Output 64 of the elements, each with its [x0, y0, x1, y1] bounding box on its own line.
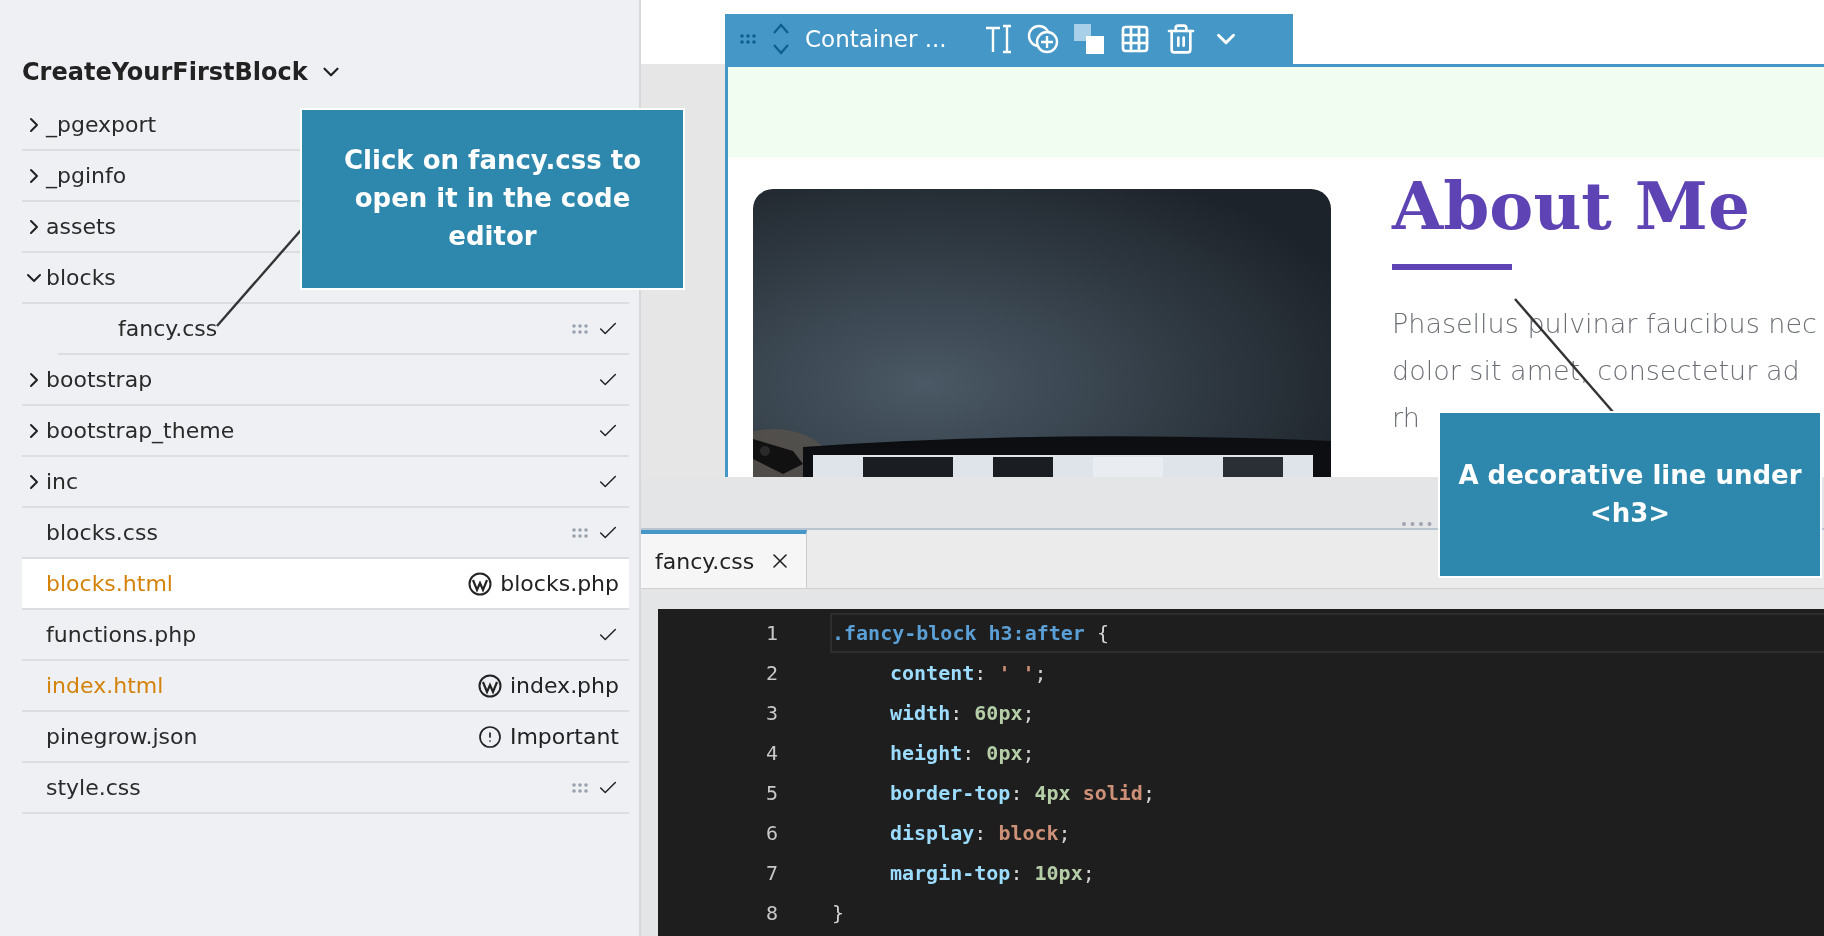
- file-name: index.html: [46, 673, 164, 698]
- code-line: height: 0px;: [889, 740, 1036, 767]
- hint-tooltip: Click on fancy.css to open it in the code editor: [300, 108, 685, 290]
- tab-label: fancy.css: [655, 548, 755, 574]
- up-down-chevron-icon[interactable]: [771, 22, 791, 56]
- paragraph-line: rh: [1392, 401, 1421, 436]
- file-name: bootstrap: [46, 367, 153, 392]
- project-name: CreateYourFirstBlock: [22, 58, 308, 86]
- drag-handle-icon[interactable]: [739, 33, 757, 45]
- template-name: index.php: [509, 673, 619, 698]
- file-tree-item[interactable]: functions.php: [22, 610, 629, 661]
- file-name: blocks: [46, 265, 116, 290]
- file-tree-item[interactable]: index.html index.php: [22, 661, 629, 712]
- file-name: fancy.css: [118, 316, 218, 341]
- line-number: 1: [764, 621, 779, 645]
- file-tree-item[interactable]: bootstrap_theme: [22, 406, 629, 457]
- file-tree-item[interactable]: fancy.css: [58, 304, 629, 355]
- hint-tooltip: A decorative line under <h3>: [1438, 411, 1822, 578]
- file-name: _pgexport: [46, 112, 157, 137]
- template-name: blocks.php: [500, 571, 619, 596]
- file-name: pinegrow.json: [46, 724, 198, 749]
- file-name: style.css: [46, 775, 141, 800]
- file-name: blocks.css: [46, 520, 158, 545]
- line-number: 3: [764, 701, 779, 725]
- file-name: _pginfo: [46, 163, 127, 188]
- line-number: 6: [764, 821, 779, 845]
- element-name: Container ...: [805, 26, 947, 52]
- resize-handle-icon[interactable]: [1400, 520, 1434, 528]
- text-cursor-icon[interactable]: [984, 24, 1013, 54]
- alert-icon: [477, 724, 502, 749]
- drag-handle-icon[interactable]: [571, 526, 589, 539]
- file-name: functions.php: [46, 622, 197, 647]
- file-tree-item[interactable]: pinegrow.json Important: [22, 712, 629, 763]
- code-line: border-top: 4px solid;: [889, 780, 1156, 807]
- file-name: assets: [46, 214, 117, 239]
- status-label: Important: [509, 724, 619, 749]
- file-name: inc: [46, 469, 79, 494]
- file-tree-item[interactable]: style.css: [22, 763, 629, 814]
- code-line: margin-top: 10px;: [889, 860, 1096, 887]
- file-tree-item[interactable]: inc: [22, 457, 629, 508]
- code-line: }: [831, 900, 846, 927]
- line-number: 4: [764, 741, 779, 765]
- code-line: display: block;: [889, 820, 1072, 847]
- drag-handle-icon[interactable]: [571, 781, 589, 794]
- code-line: width: 60px;: [889, 700, 1036, 727]
- file-name: blocks.html: [46, 571, 173, 596]
- wordpress-icon: [468, 571, 493, 596]
- project-selector[interactable]: CreateYourFirstBlock: [22, 44, 639, 100]
- add-circle-icon[interactable]: [1026, 24, 1059, 54]
- file-name: bootstrap_theme: [46, 418, 235, 443]
- code-editor[interactable]: 1 .fancy-block h3:after { 2 content: ' '; 3 width: 60px; 4 height: 0px; 5 border-top: 4px solid; 6 display: block; 7 margin-top: 10px; 8 }: [658, 609, 1824, 936]
- code-line: content: ' ';: [889, 660, 1048, 687]
- line-number: 8: [764, 901, 779, 925]
- file-tree-item[interactable]: blocks.html blocks.php: [22, 559, 629, 610]
- file-tree-item[interactable]: bootstrap: [22, 355, 629, 406]
- line-number: 5: [764, 781, 779, 805]
- code-line: .fancy-block h3:after {: [830, 613, 1824, 653]
- line-number: 7: [764, 861, 779, 885]
- drag-handle-icon[interactable]: [571, 322, 589, 335]
- section-heading: About Me: [1392, 167, 1751, 247]
- layers-icon[interactable]: [1072, 23, 1105, 55]
- line-number: 2: [764, 661, 779, 685]
- editor-tab[interactable]: fancy.css: [641, 530, 808, 588]
- wordpress-icon: [477, 673, 502, 698]
